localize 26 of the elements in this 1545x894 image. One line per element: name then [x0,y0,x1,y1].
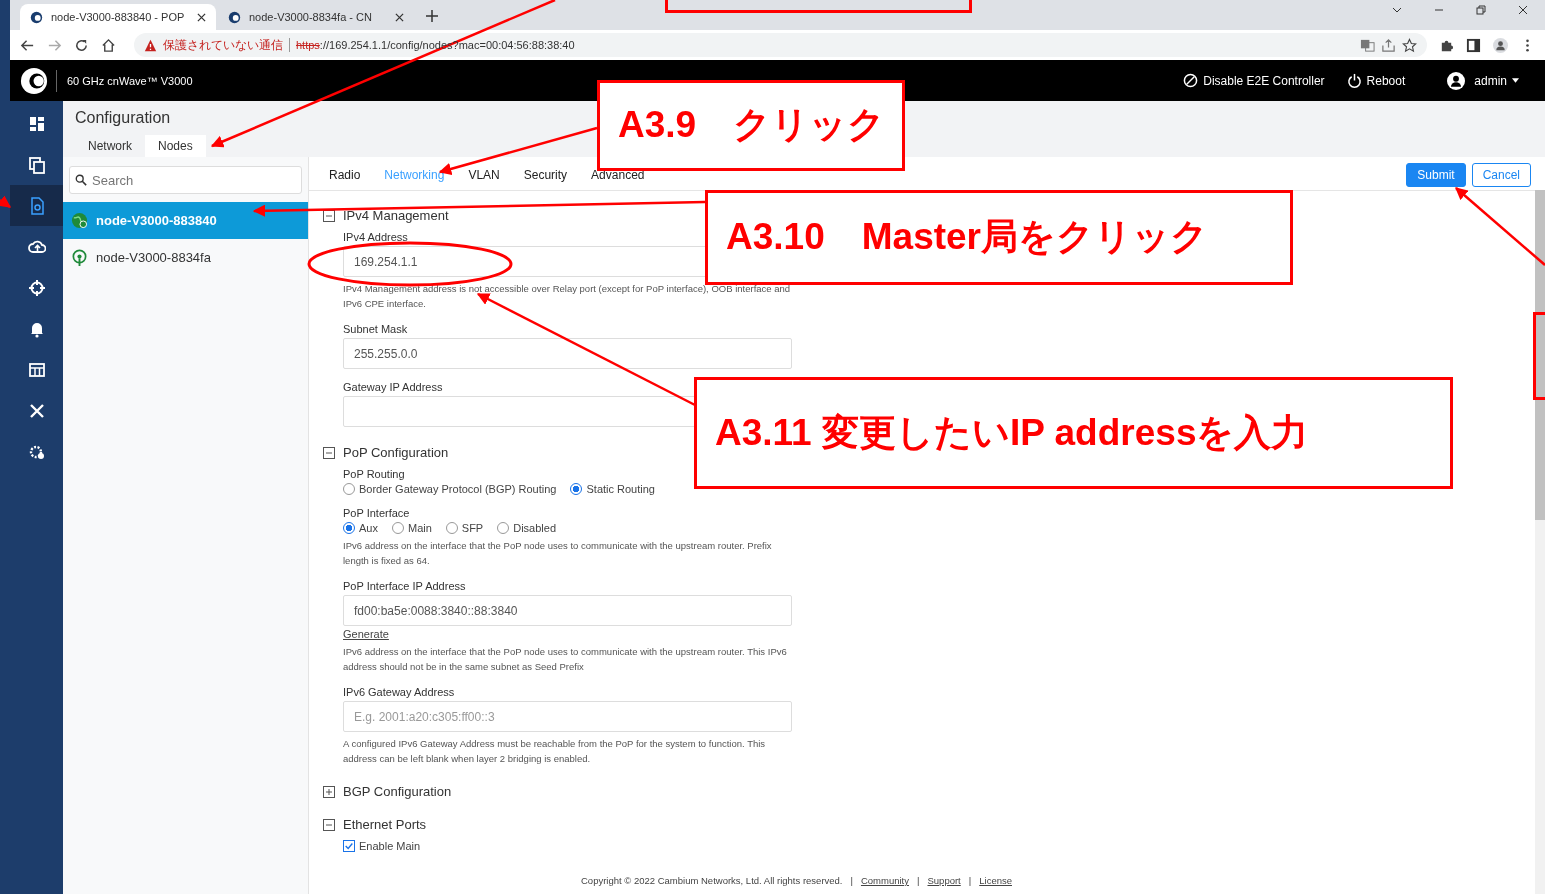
url-scheme: https [296,39,320,51]
page-title: Configuration [75,109,171,127]
section-title: IPv4 Management [343,208,449,223]
field-label: PoP Interface [343,507,411,519]
field-label: IPv6 Gateway Address [343,686,456,698]
field-label: Subnet Mask [343,323,409,335]
copyright-text: Copyright © 2022 Cambium Networks, Ltd. All rights reserved. [581,875,843,886]
link-separator: | [968,875,972,886]
help-text: IPv4 Management address is not accessible over Relay port (except for PoP interface), OOB interface and IPv6 CPE interface. [343,282,792,311]
annotation-tooltip: A3.9 クリック [597,80,905,171]
section-title: Ethernet Ports [343,817,427,832]
field-label: PoP Interface IP Address [343,580,467,592]
field-label: IPv4 Address [343,231,409,243]
link-separator: | [850,875,853,886]
security-warning: 保護されていない通信 [163,36,283,54]
annotation-tooltip: A3.11 変更したいIP addressを入力 [694,377,1453,489]
field-label: Gateway IP Address [343,381,444,393]
annotation-tooltip: A3.10 Master局をクリック [705,190,1293,285]
product-name: 60 GHz cnWave™ V3000 [67,74,193,87]
help-text: IPv6 address on the interface that the PoP node uses to communicate with the upstream router. Prefix length is fixed as 64. [343,539,773,568]
section-title: BGP Configuration [343,784,452,799]
field-label: PoP Routing [343,468,406,480]
help-text: IPv6 address on the interface that the PoP node uses to communicate with the upstream router. This IPv6 address should not be in the same subnet as Seed Prefix [343,645,788,674]
section-title: PoP Configuration [343,445,449,460]
link-separator: | [917,875,920,886]
help-text: A configured IPv6 Gateway Address must be reachable from the PoP for the system to function. This address can be left blank when layer 2 bridging is enabled. [343,737,767,766]
